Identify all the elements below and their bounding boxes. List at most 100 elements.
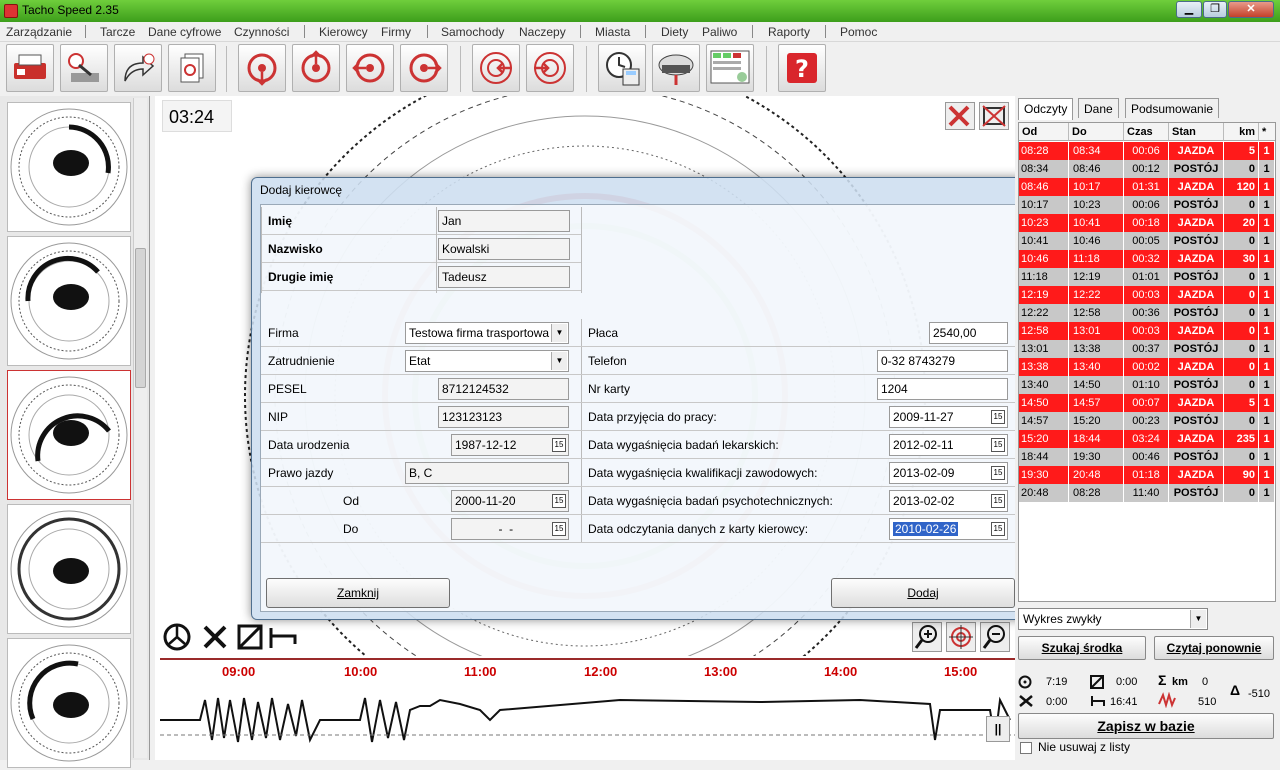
zoom-out-button[interactable]: [980, 622, 1010, 652]
data-urodzenia-input[interactable]: 1987-12-12 15: [451, 434, 569, 456]
zatrudnienie-select[interactable]: Etat ▼: [405, 350, 569, 372]
firma-select[interactable]: Testowa firma trasportowa ▼: [405, 322, 569, 344]
table-row[interactable]: 12:19 12:22 00:03 JAZDA 0 1: [1019, 286, 1275, 304]
drivers-button[interactable]: [652, 44, 700, 92]
nie-usuwaj-checkbox[interactable]: [1020, 742, 1032, 754]
calendar-icon[interactable]: 15: [991, 438, 1005, 452]
table-row[interactable]: 20:48 08:28 11:40 POSTÓJ 0 1: [1019, 484, 1275, 502]
menu-paliwo[interactable]: Paliwo: [702, 25, 737, 39]
odczyt-karty-input[interactable]: 2010-02-26 15: [889, 518, 1008, 540]
placa-input[interactable]: 2540,00: [929, 322, 1008, 344]
do-date-input[interactable]: - -15: [451, 518, 569, 540]
menu-diety[interactable]: Diety: [661, 25, 688, 39]
nip-input[interactable]: 123123123: [438, 406, 569, 428]
minimize-button[interactable]: ▁: [1176, 1, 1202, 18]
calendar-icon[interactable]: 15: [552, 522, 566, 536]
telefon-input[interactable]: 0-32 8743279: [877, 350, 1008, 372]
table-row[interactable]: 12:58 13:01 00:03 JAZDA 0 1: [1019, 322, 1275, 340]
thumbnail-scrollbar[interactable]: [133, 98, 147, 758]
scanner-button[interactable]: [60, 44, 108, 92]
table-row[interactable]: 10:41 10:46 00:05 POSTÓJ 0 1: [1019, 232, 1275, 250]
pesel-input[interactable]: 8712124532: [438, 378, 569, 400]
tab-odczyty[interactable]: Odczyty: [1018, 98, 1074, 120]
disc-thumbnail-selected[interactable]: [7, 370, 131, 500]
maximize-button[interactable]: ❐: [1203, 1, 1227, 18]
disc-thumbnail[interactable]: [7, 504, 131, 634]
rotate-up-button[interactable]: [292, 44, 340, 92]
zapisz-w-bazie-button[interactable]: Zapisz w bazie: [1018, 713, 1274, 739]
menu-naczepy[interactable]: Naczepy: [519, 25, 566, 39]
col-header-km[interactable]: km: [1224, 123, 1259, 141]
close-window-button[interactable]: ✕: [1228, 1, 1274, 18]
col-header-od[interactable]: Od: [1019, 123, 1069, 141]
time-calculator-button[interactable]: [598, 44, 646, 92]
calendar-icon[interactable]: 15: [991, 494, 1005, 508]
reports-button[interactable]: [706, 44, 754, 92]
calendar-icon[interactable]: 15: [552, 494, 566, 508]
menu-samochody[interactable]: Samochody: [441, 25, 504, 39]
table-row[interactable]: 12:22 12:58 00:36 POSTÓJ 0 1: [1019, 304, 1275, 322]
table-row[interactable]: 14:50 14:57 00:07 JAZDA 5 1: [1019, 394, 1275, 412]
menu-zarzadzanie[interactable]: Zarządzanie: [6, 25, 72, 39]
badania-lekarskie-input[interactable]: 2012-02-11 15: [889, 434, 1008, 456]
add-button[interactable]: Dodaj: [831, 578, 1015, 608]
scrollbar-thumb[interactable]: [135, 248, 146, 388]
activity-timeline[interactable]: 09:00 10:00 11:00 12:00 13:00 14:00 15:0…: [160, 658, 1015, 758]
calendar-icon[interactable]: 15: [991, 466, 1005, 480]
table-row[interactable]: 13:38 13:40 00:02 JAZDA 0 1: [1019, 358, 1275, 376]
help-button[interactable]: ?: [778, 44, 826, 92]
szukaj-srodka-button[interactable]: Szukaj środka: [1018, 636, 1146, 660]
data-przyjecia-input[interactable]: 2009-11-27 15: [889, 406, 1008, 428]
rotate-right-button[interactable]: [400, 44, 448, 92]
czytaj-ponownie-button[interactable]: Czytaj ponownie: [1154, 636, 1274, 660]
calendar-icon[interactable]: 15: [552, 438, 566, 452]
od-date-input[interactable]: 2000-11-20 15: [451, 490, 569, 512]
rotate-left-button[interactable]: [346, 44, 394, 92]
menu-raporty[interactable]: Raporty: [768, 25, 810, 39]
col-header-stan[interactable]: Stan: [1169, 123, 1224, 141]
table-row[interactable]: 08:46 10:17 01:31 JAZDA 120 1: [1019, 178, 1275, 196]
table-row[interactable]: 19:30 20:48 01:18 JAZDA 90 1: [1019, 466, 1275, 484]
psychotechniczne-input[interactable]: 2013-02-02 15: [889, 490, 1008, 512]
shift-left-button[interactable]: [472, 44, 520, 92]
tools-button[interactable]: [945, 102, 975, 130]
table-row[interactable]: 13:40 14:50 01:10 POSTÓJ 0 1: [1019, 376, 1275, 394]
disc-thumbnail[interactable]: [7, 236, 131, 366]
chart-type-select[interactable]: Wykres zwykły ▼: [1018, 608, 1208, 630]
rotate-down-button[interactable]: [238, 44, 286, 92]
col-header-czas[interactable]: Czas: [1124, 123, 1169, 141]
menu-kierowcy[interactable]: Kierowcy: [319, 25, 368, 39]
nazwisko-input[interactable]: Kowalski: [438, 238, 570, 260]
calendar-icon[interactable]: 15: [991, 522, 1005, 536]
menu-miasta[interactable]: Miasta: [595, 25, 630, 39]
disc-thumbnail[interactable]: [7, 638, 131, 768]
close-button[interactable]: Zamknij: [266, 578, 450, 608]
table-row[interactable]: 14:57 15:20 00:23 POSTÓJ 0 1: [1019, 412, 1275, 430]
imie-input[interactable]: Jan: [438, 210, 570, 232]
menu-firmy[interactable]: Firmy: [381, 25, 411, 39]
menu-tarcze[interactable]: Tarcze: [100, 25, 135, 39]
readings-table[interactable]: Od Do Czas Stan km * 08:28 08:34 00:06 JAZD…: [1018, 122, 1276, 602]
zoom-in-button[interactable]: [912, 622, 942, 652]
table-row[interactable]: 08:28 08:34 00:06 JAZDA 5 1: [1019, 142, 1275, 160]
prawo-jazdy-input[interactable]: B, C: [405, 462, 569, 484]
table-row[interactable]: 10:17 10:23 00:06 POSTÓJ 0 1: [1019, 196, 1275, 214]
table-row[interactable]: 10:23 10:41 00:18 JAZDA 20 1: [1019, 214, 1275, 232]
clear-button[interactable]: [979, 102, 1009, 130]
table-row[interactable]: 10:46 11:18 00:32 JAZDA 30 1: [1019, 250, 1275, 268]
card-reader-button[interactable]: [6, 44, 54, 92]
shift-right-button[interactable]: [526, 44, 574, 92]
table-row[interactable]: 11:18 12:19 01:01 POSTÓJ 0 1: [1019, 268, 1275, 286]
table-row[interactable]: 08:34 08:46 00:12 POSTÓJ 0 1: [1019, 160, 1275, 178]
pause-button[interactable]: ||: [986, 716, 1010, 742]
col-header-star[interactable]: *: [1259, 123, 1275, 141]
discs-list-button[interactable]: [168, 44, 216, 92]
menu-dane-cyfrowe[interactable]: Dane cyfrowe: [148, 25, 221, 39]
table-row[interactable]: 15:20 18:44 03:24 JAZDA 235 1: [1019, 430, 1275, 448]
calendar-icon[interactable]: 15: [991, 410, 1005, 424]
table-row[interactable]: 18:44 19:30 00:46 POSTÓJ 0 1: [1019, 448, 1275, 466]
drugie-imie-input[interactable]: Tadeusz: [438, 266, 570, 288]
center-button[interactable]: [946, 622, 976, 652]
menu-czynnosci[interactable]: Czynności: [234, 25, 289, 39]
export-button[interactable]: [114, 44, 162, 92]
